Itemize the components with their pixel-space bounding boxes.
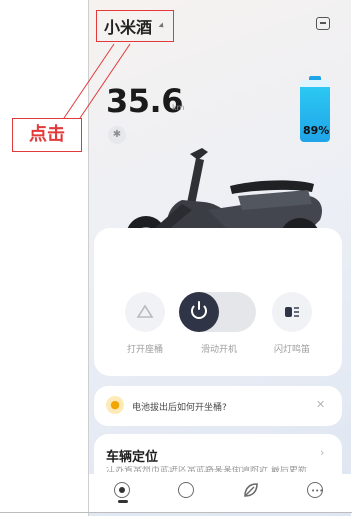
- tip-text[interactable]: 电池拔出后如何开坐桶?: [132, 400, 227, 413]
- slide-power-label: 滑动开机: [200, 345, 237, 355]
- chevron-right-icon[interactable]: ›: [320, 446, 324, 459]
- lightbulb-icon: ●: [106, 396, 124, 414]
- location-title: 车辆定位: [106, 450, 159, 465]
- light-horn-icon: [285, 307, 299, 317]
- tap-callout: 点击: [12, 118, 82, 152]
- mileage-unit: km: [172, 103, 185, 112]
- more-icon-dots: •••: [311, 487, 324, 495]
- chat-icon[interactable]: [178, 482, 194, 498]
- location-subtitle: 江苏省常州市武进区常武路某某街道附近 最后更新: [106, 466, 307, 472]
- active-tab-indicator: [118, 500, 128, 503]
- seat-icon: [136, 304, 154, 318]
- power-icon-bar: [198, 301, 200, 310]
- leaf-icon[interactable]: [242, 481, 260, 499]
- mileage-value: 35.6: [106, 82, 183, 120]
- home-icon-dot: [119, 487, 125, 493]
- battery-percent: 89%: [303, 124, 330, 137]
- open-seat-label: 打开座桶: [126, 345, 163, 355]
- light-horn-label: 闪灯鸣笛: [273, 345, 310, 355]
- close-icon[interactable]: ✕: [316, 398, 325, 411]
